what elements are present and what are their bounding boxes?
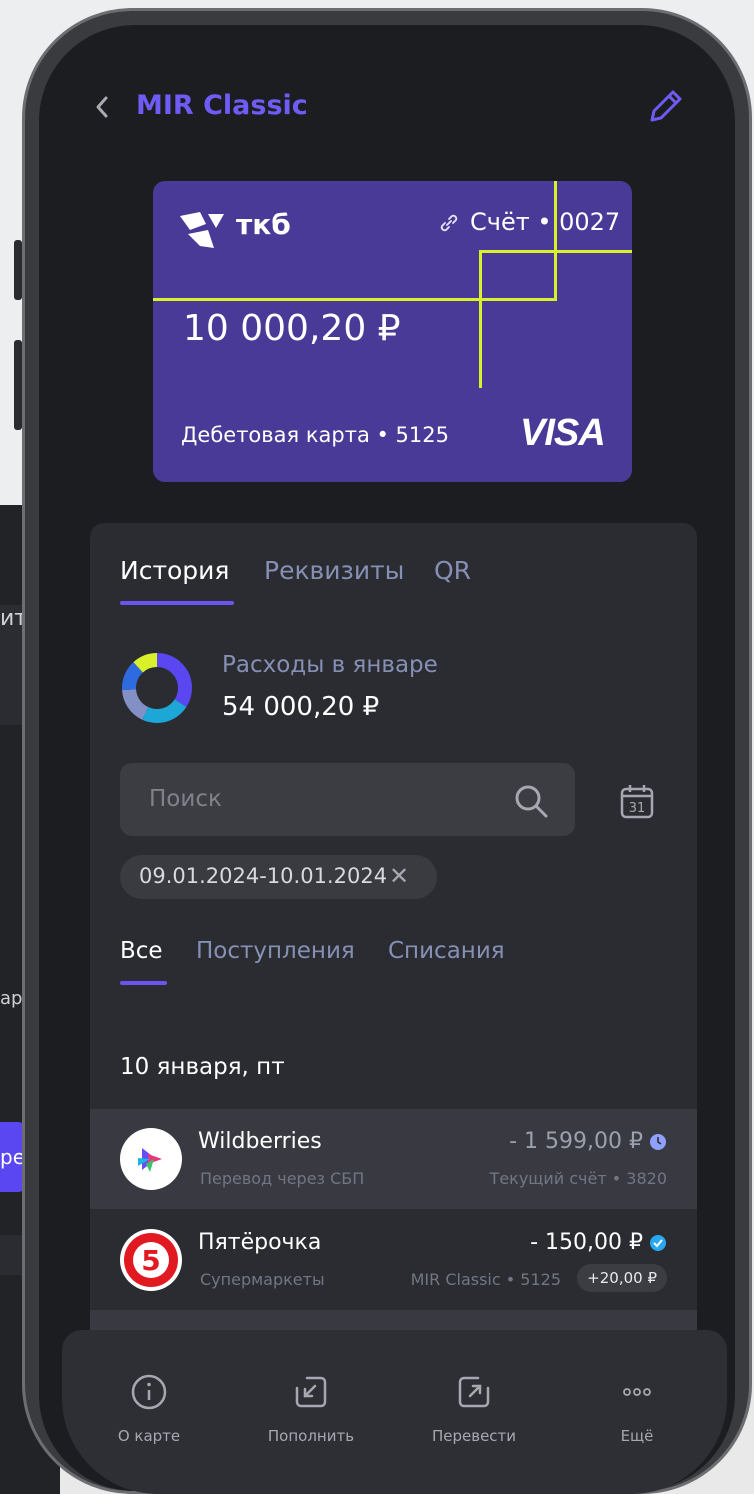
- top-up-icon: [295, 1376, 327, 1408]
- expenses-label: Расходы в январе: [222, 652, 438, 678]
- info-icon: [131, 1374, 167, 1410]
- nav-label: Пополнить: [267, 1427, 355, 1445]
- wildberries-logo-icon: [120, 1128, 182, 1190]
- transaction-amount: - 1 599,00 ₽: [509, 1129, 643, 1154]
- transaction-account: MIR Classic • 5125: [410, 1270, 561, 1289]
- link-icon: [440, 214, 458, 232]
- svg-text:31: 31: [629, 801, 646, 816]
- check-status-icon: [650, 1235, 666, 1251]
- nav-label: Ещё: [620, 1427, 654, 1445]
- nav-top-up[interactable]: Пополнить: [236, 1330, 386, 1460]
- tab-requisites[interactable]: Реквизиты: [264, 556, 404, 585]
- nav-more[interactable]: Ещё: [562, 1330, 712, 1460]
- transaction-category: Супермаркеты: [200, 1270, 325, 1289]
- page-title: MIR Classic: [136, 90, 308, 121]
- nav-about-card[interactable]: О карте: [74, 1330, 224, 1460]
- bank-logo-icon: [180, 212, 224, 248]
- card-decor-line: [554, 181, 557, 301]
- calendar-icon[interactable]: 31: [618, 782, 656, 820]
- transaction-row[interactable]: Wildberries Перевод через СБП - 1 599,00…: [90, 1109, 697, 1209]
- background-text: ар: [0, 988, 23, 1009]
- phone-side-button: [14, 340, 22, 430]
- transaction-name: Пятёрочка: [198, 1230, 322, 1255]
- active-tab-indicator: [120, 601, 234, 605]
- transaction-row: [90, 1310, 697, 1332]
- date-group-header: 10 января, пт: [120, 1054, 285, 1080]
- card-account-number: Счёт • 0027: [470, 208, 621, 236]
- card-decor-line: [479, 250, 482, 388]
- cashback-badge: +20,00 ₽: [577, 1264, 667, 1292]
- transfer-icon: [458, 1376, 490, 1408]
- transaction-name: Wildberries: [198, 1129, 322, 1154]
- nav-label: О карте: [117, 1427, 181, 1445]
- filter-tab-expenses[interactable]: Списания: [388, 938, 505, 964]
- transaction-category: Перевод через СБП: [200, 1169, 365, 1188]
- bank-name: ткб: [236, 208, 291, 241]
- card-type: Дебетовая карта • 5125: [181, 423, 449, 447]
- nav-transfer[interactable]: Перевести: [399, 1330, 549, 1460]
- edit-pencil-icon[interactable]: [644, 84, 688, 128]
- nav-label: Перевести: [431, 1427, 517, 1445]
- card-decor-line: [153, 298, 557, 301]
- back-arrow-icon[interactable]: [90, 92, 116, 122]
- more-icon: [623, 1388, 651, 1396]
- visa-logo: VISA: [520, 412, 606, 454]
- date-filter-text: 09.01.2024-10.01.2024: [139, 864, 388, 888]
- svg-text:5: 5: [141, 1244, 160, 1277]
- close-icon[interactable]: ✕: [389, 862, 409, 890]
- transaction-row[interactable]: 5 Пятёрочка Супермаркеты - 150,00 ₽ MIR …: [90, 1210, 697, 1310]
- expenses-value: 54 000,20 ₽: [222, 692, 380, 722]
- active-filter-indicator: [120, 981, 167, 985]
- tab-history[interactable]: История: [120, 556, 229, 585]
- filter-tab-all[interactable]: Все: [120, 938, 163, 964]
- transaction-account: Текущий счёт • 3820: [489, 1169, 667, 1188]
- phone-side-button: [14, 240, 22, 300]
- filter-tab-income[interactable]: Поступления: [196, 938, 355, 964]
- card-balance: 10 000,20 ₽: [183, 308, 401, 349]
- tab-qr[interactable]: QR: [434, 556, 471, 585]
- pyaterochka-logo-icon: 5: [120, 1229, 182, 1291]
- search-icon[interactable]: [513, 783, 549, 819]
- search-placeholder: Поиск: [149, 786, 222, 812]
- pending-status-icon: [650, 1134, 666, 1150]
- transaction-amount: - 150,00 ₽: [530, 1230, 643, 1255]
- expenses-donut-chart[interactable]: [120, 651, 194, 725]
- card-decor-line: [479, 250, 632, 253]
